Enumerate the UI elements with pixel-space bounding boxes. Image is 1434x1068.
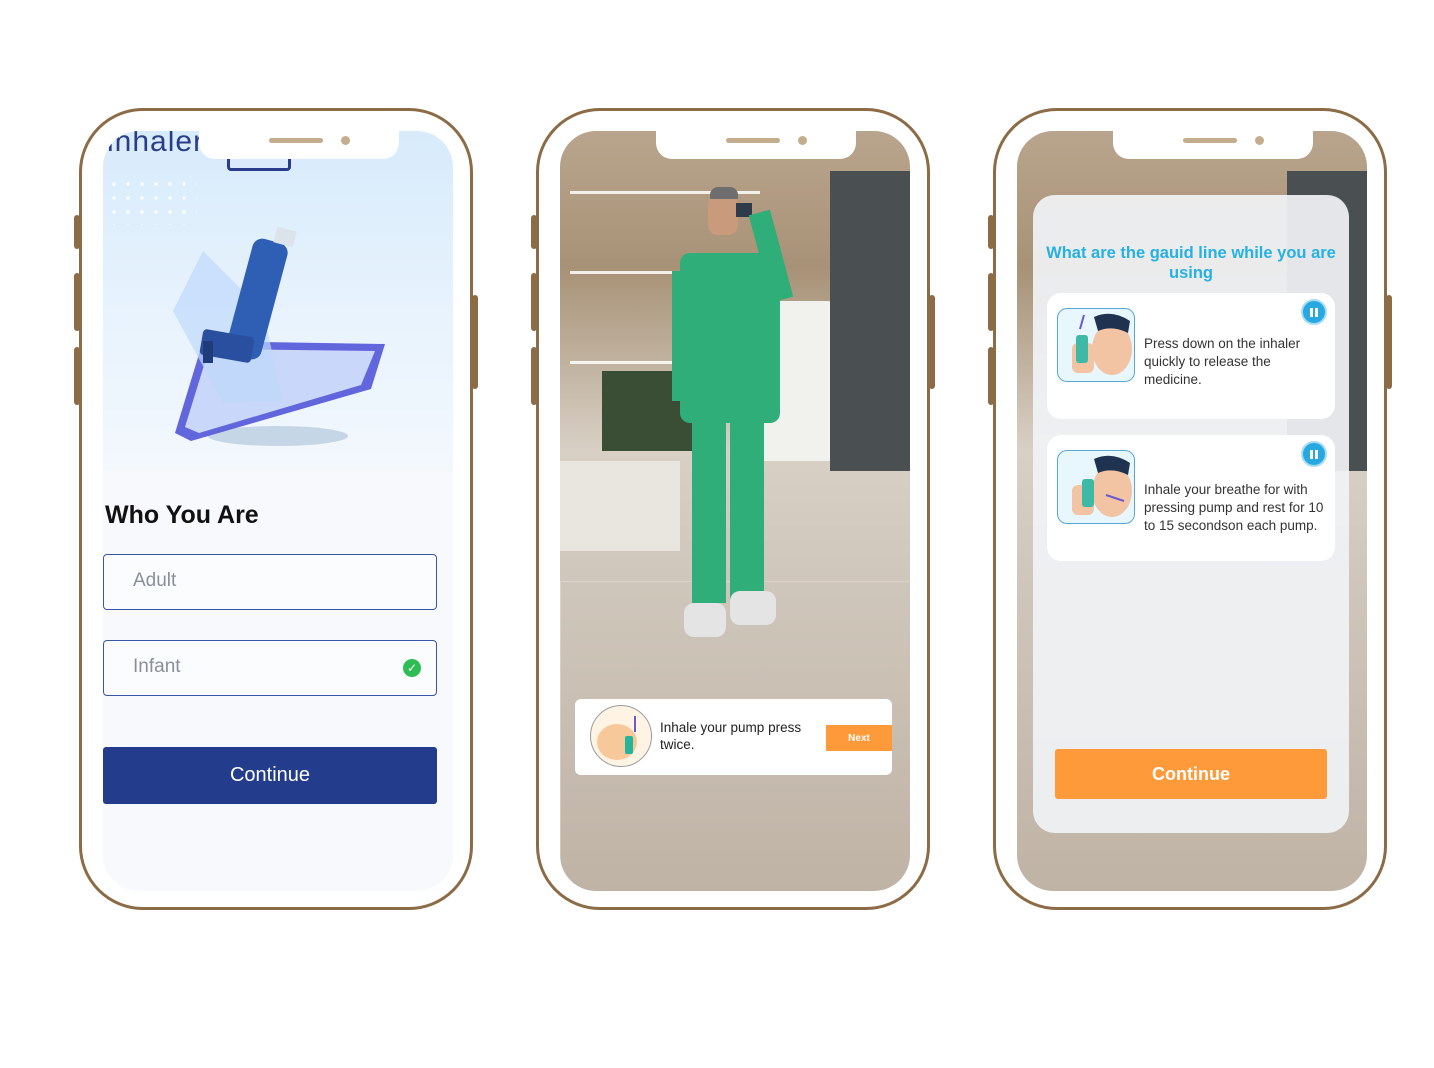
phone-frame-2: Inhale your pump press twice. Next — [531, 108, 935, 910]
instruction-bar: Inhale your pump press twice. Next — [575, 699, 892, 775]
person-shoe-left — [684, 603, 726, 637]
option-adult-label: Adult — [133, 570, 177, 591]
volume-up-button — [988, 273, 994, 331]
person-leg-right — [730, 423, 764, 603]
guidelines-title: What are the gauid line while you are us… — [1046, 244, 1336, 282]
next-button[interactable]: Next — [826, 725, 892, 751]
person-arm-left — [672, 271, 692, 401]
press-inhaler-icon — [1057, 308, 1135, 382]
front-camera — [1255, 136, 1264, 145]
page-title: Who You Are — [105, 501, 259, 529]
option-adult[interactable]: Adult — [103, 554, 437, 610]
person-hair — [710, 187, 738, 199]
screen-ar-demo: Inhale your pump press twice. Next — [560, 131, 910, 891]
person-shoe-right — [730, 591, 776, 625]
notch — [1113, 131, 1313, 159]
option-infant-label: Infant — [133, 656, 181, 677]
ar-person-model — [670, 187, 794, 651]
glass-wall — [830, 171, 910, 471]
phone-frame-3: What are the gauid line while you are us… — [988, 108, 1392, 910]
guideline-text: Inhale your breathe for with pressing pu… — [1144, 482, 1324, 533]
volume-up-button — [531, 273, 537, 331]
guidelines-panel: What are the gauid line while you are us… — [1033, 195, 1349, 833]
front-camera — [798, 136, 807, 145]
screen-guidelines: What are the gauid line while you are us… — [1017, 131, 1367, 891]
hero-banner: inhaler — [103, 131, 453, 471]
notch — [199, 131, 399, 159]
volume-down-button — [531, 347, 537, 405]
inhale-breath-icon — [1057, 450, 1135, 524]
option-infant[interactable]: Infant ✓ — [103, 640, 437, 696]
power-button — [1386, 295, 1392, 389]
guideline-text: Press down on the inhaler quickly to rel… — [1144, 336, 1301, 387]
pause-icon[interactable] — [1301, 441, 1327, 467]
instruction-text: Inhale your pump press twice. — [660, 720, 802, 752]
continue-button[interactable]: Continue — [1055, 749, 1327, 799]
speaker — [726, 138, 780, 143]
pause-icon[interactable] — [1301, 299, 1327, 325]
speaker — [1183, 138, 1237, 143]
counter — [560, 461, 680, 551]
guideline-card: Press down on the inhaler quickly to rel… — [1047, 293, 1335, 419]
inhaler-phone-illustration — [173, 226, 385, 446]
mute-switch — [531, 215, 537, 249]
volume-up-button — [74, 273, 80, 331]
phone-frame-1: inhaler Who You Are Adult Infant ✓ Conti… — [74, 108, 478, 910]
inhaling-face-icon — [590, 705, 652, 767]
power-button — [472, 295, 478, 389]
notch — [656, 131, 856, 159]
continue-button[interactable]: Continue — [103, 747, 437, 804]
check-icon: ✓ — [403, 659, 421, 677]
mute-switch — [74, 215, 80, 249]
front-camera — [341, 136, 350, 145]
screen-who-you-are: inhaler Who You Are Adult Infant ✓ Conti… — [103, 131, 453, 891]
speaker — [269, 138, 323, 143]
volume-down-button — [988, 347, 994, 405]
mute-switch — [988, 215, 994, 249]
volume-down-button — [74, 347, 80, 405]
person-leg-left — [692, 423, 726, 603]
power-button — [929, 295, 935, 389]
guideline-card: Inhale your breathe for with pressing pu… — [1047, 435, 1335, 561]
